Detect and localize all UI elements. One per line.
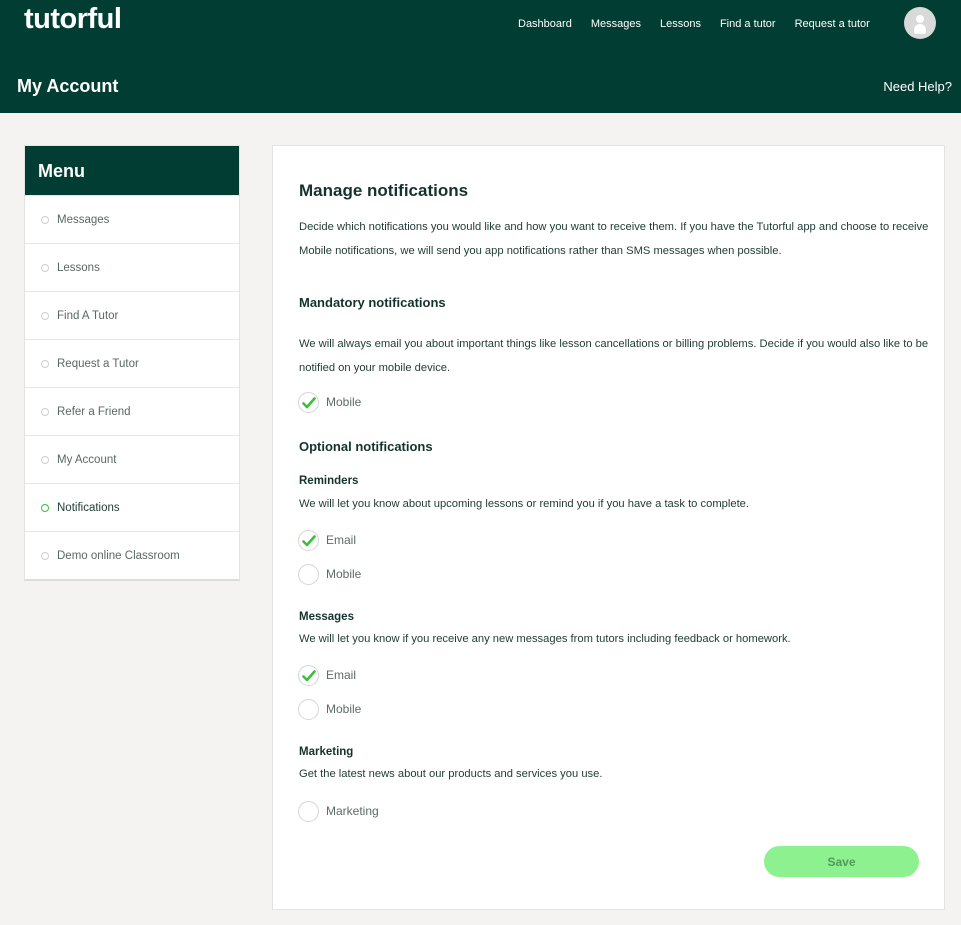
marketing-checkbox[interactable]: Marketing xyxy=(298,800,379,822)
sidebar-item-notifications[interactable]: Notifications xyxy=(25,483,239,531)
messages-title: Messages xyxy=(299,611,354,623)
optional-title: Optional notifications xyxy=(299,439,433,454)
checkmark-icon xyxy=(298,529,319,551)
marketing-desc: Get the latest news about our products a… xyxy=(299,768,603,780)
messages-mobile-checkbox[interactable]: Mobile xyxy=(298,698,361,720)
top-nav: Dashboard Messages Lessons Find a tutor … xyxy=(518,16,889,32)
messages-email-checkbox[interactable]: Email xyxy=(298,664,356,686)
avatar-body xyxy=(914,24,926,34)
circle-bullet-icon xyxy=(41,359,49,368)
reminders-title: Reminders xyxy=(299,475,359,487)
sidebar-item-messages[interactable]: Messages xyxy=(25,195,239,243)
checkmark-icon xyxy=(298,391,319,413)
sidebar-item-label: My Account xyxy=(57,453,117,466)
reminders-mobile-checkbox[interactable]: Mobile xyxy=(298,563,361,585)
intro-text: Decide which notifications you would lik… xyxy=(299,221,929,257)
tutorful-logo[interactable]: tutorful xyxy=(24,3,122,36)
nav-messages[interactable]: Messages xyxy=(591,18,641,30)
nav-dashboard[interactable]: Dashboard xyxy=(518,18,572,30)
user-avatar-icon[interactable] xyxy=(904,7,936,39)
notifications-panel: Manage notifications Decide which notifi… xyxy=(272,145,945,910)
mandatory-desc: We will always email you about important… xyxy=(299,338,929,374)
top-header: tutorful Dashboard Messages Lessons Find… xyxy=(0,0,961,113)
save-button[interactable]: Save xyxy=(764,846,919,877)
sidebar-item-label: Notifications xyxy=(57,501,120,514)
sidebar-item-label: Lessons xyxy=(57,261,100,274)
circle-bullet-icon xyxy=(41,455,49,464)
checkbox-label: Email xyxy=(326,668,357,682)
panel-title: Manage notifications xyxy=(299,181,469,200)
messages-desc: We will let you know if you receive any … xyxy=(299,633,791,645)
sidebar-item-label: Demo online Classroom xyxy=(57,549,180,562)
circle-bullet-icon xyxy=(41,551,49,560)
empty-circle-icon xyxy=(298,563,319,585)
checkbox-label: Mobile xyxy=(326,567,362,581)
avatar-head xyxy=(916,15,924,23)
checkbox-label: Email xyxy=(326,533,357,547)
nav-lessons[interactable]: Lessons xyxy=(660,18,701,30)
sidebar-item-label: Request a Tutor xyxy=(57,357,139,370)
circle-bullet-icon xyxy=(41,503,49,512)
marketing-title: Marketing xyxy=(299,746,354,758)
circle-bullet-icon xyxy=(41,407,49,416)
sidebar-item-label: Find A Tutor xyxy=(57,309,119,322)
circle-bullet-icon xyxy=(41,311,49,320)
circle-bullet-icon xyxy=(41,263,49,272)
sidebar-item-refer-a-friend[interactable]: Refer a Friend xyxy=(25,387,239,435)
circle-bullet-icon xyxy=(41,215,49,224)
checkmark-icon xyxy=(298,664,319,686)
empty-circle-icon xyxy=(298,698,319,720)
sidebar-item-request-a-tutor[interactable]: Request a Tutor xyxy=(25,339,239,387)
mandatory-title: Mandatory notifications xyxy=(299,295,446,310)
empty-circle-icon xyxy=(298,800,319,822)
checkbox-label: Marketing xyxy=(326,804,379,818)
reminders-email-checkbox[interactable]: Email xyxy=(298,529,356,551)
nav-request-a-tutor[interactable]: Request a tutor xyxy=(795,18,870,30)
sidebar-item-label: Messages xyxy=(57,213,110,226)
sidebar-menu: Menu Messages Lessons Find A Tutor Reque… xyxy=(24,145,240,581)
sidebar-item-demo-online-classroom[interactable]: Demo online Classroom xyxy=(25,531,239,579)
reminders-desc: We will let you know about upcoming less… xyxy=(299,498,750,510)
checkbox-label: Mobile xyxy=(326,395,362,409)
menu-title: Menu xyxy=(25,146,239,195)
page-title: My Account xyxy=(17,76,119,96)
sidebar-item-label: Refer a Friend xyxy=(57,405,131,418)
mandatory-mobile-checkbox[interactable]: Mobile xyxy=(298,391,361,413)
sidebar-item-lessons[interactable]: Lessons xyxy=(25,243,239,291)
nav-find-a-tutor[interactable]: Find a tutor xyxy=(720,18,776,30)
sidebar-item-find-a-tutor[interactable]: Find A Tutor xyxy=(25,291,239,339)
checkbox-label: Mobile xyxy=(326,702,362,716)
need-help-link[interactable]: Need Help? xyxy=(883,79,952,94)
sidebar-item-my-account[interactable]: My Account xyxy=(25,435,239,483)
